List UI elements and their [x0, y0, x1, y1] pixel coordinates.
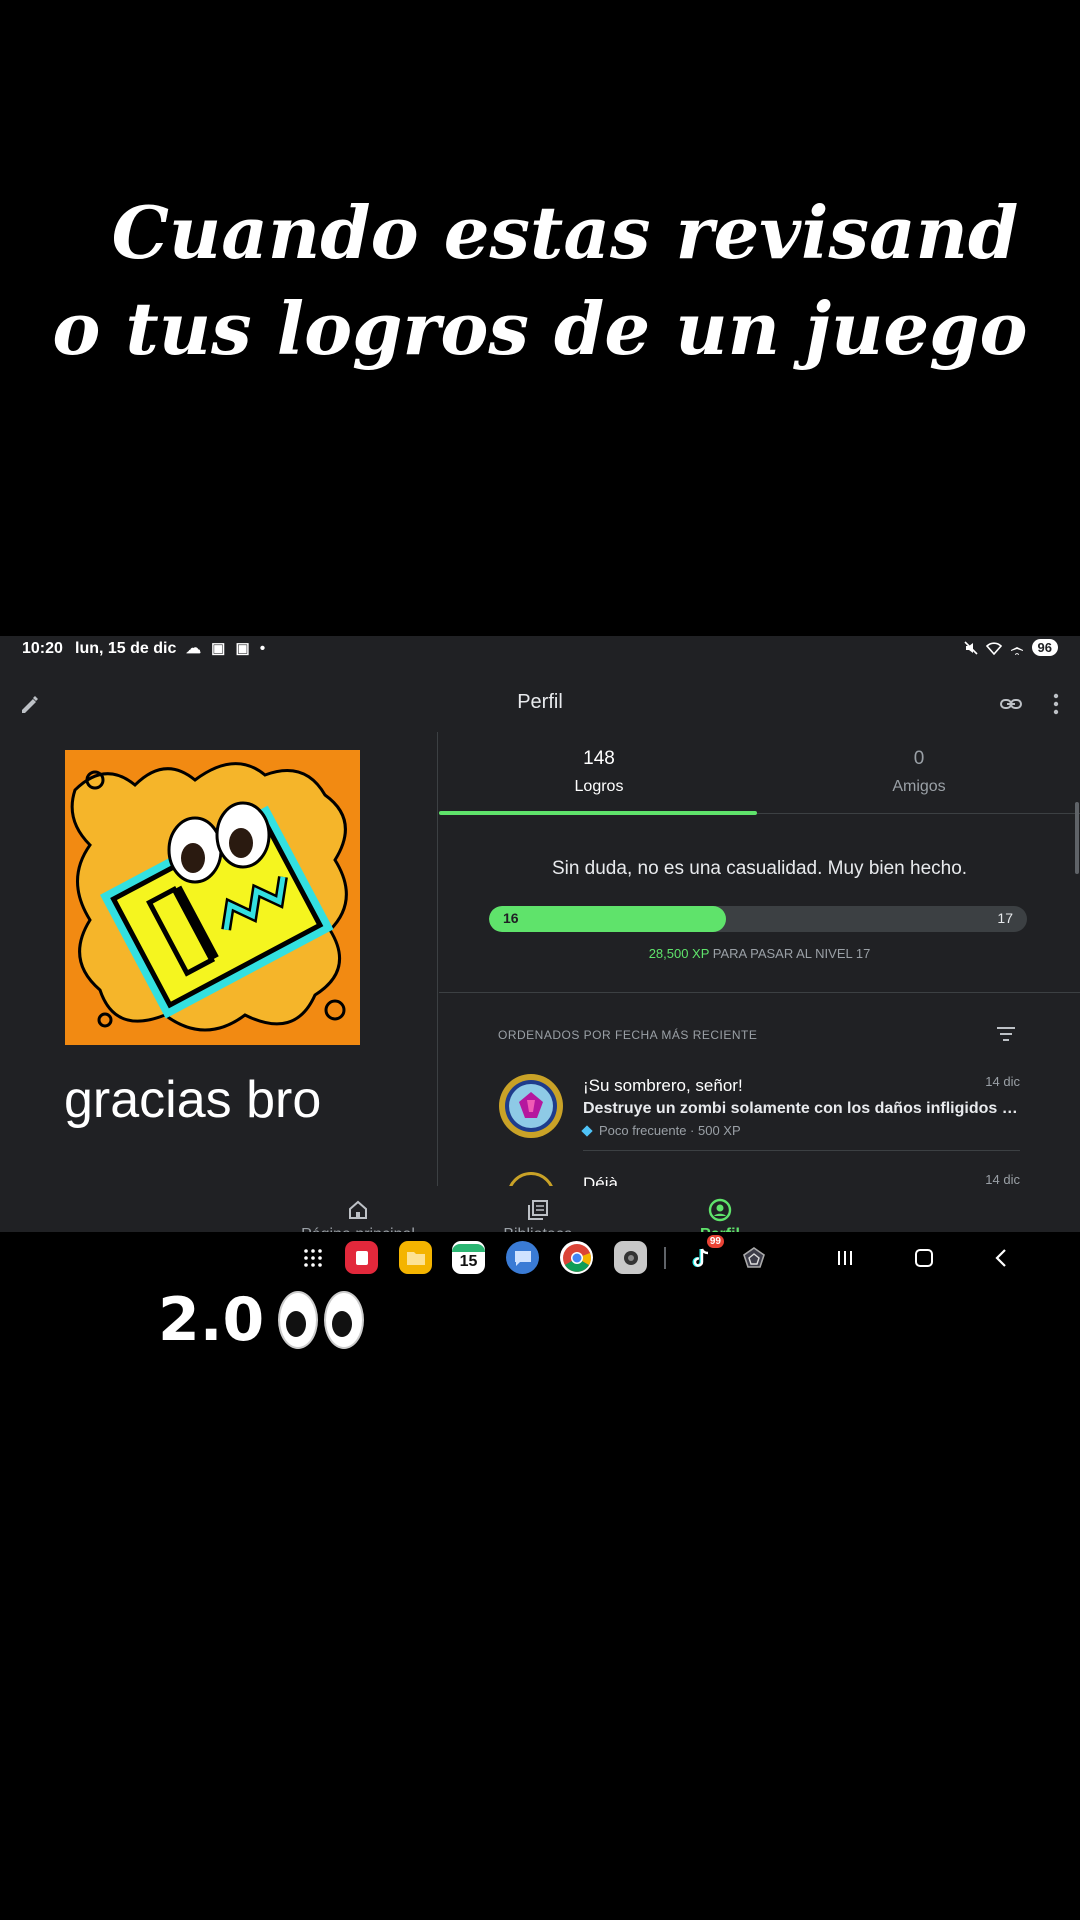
notification-icons: ☁ ▣ ▣ • — [186, 640, 269, 657]
achievement-item[interactable]: Déjà ... 14 dic — [497, 1160, 1020, 1186]
back-chevron-icon — [995, 1249, 1006, 1267]
mute-icon — [963, 640, 978, 655]
version-text: 2.0 — [158, 1285, 265, 1355]
sort-icon[interactable] — [994, 1022, 1018, 1046]
profile-panel: gracias bro — [0, 732, 437, 1186]
section-divider — [439, 992, 1080, 993]
notes-app-icon[interactable] — [345, 1241, 378, 1274]
achievement-rarity: Poco frecuente · 500 XP — [599, 1123, 741, 1138]
note-icon — [355, 1250, 368, 1265]
more-options-button[interactable] — [1040, 688, 1072, 720]
camera-icon — [623, 1250, 638, 1265]
back-button[interactable] — [986, 1244, 1016, 1272]
caption-line-1: Cuando estas revisand — [111, 190, 1019, 275]
eyes-emoji-icon — [278, 1291, 365, 1349]
xp-amount: 28,500 XP — [648, 946, 710, 961]
achievement-badge-icon — [507, 1172, 555, 1186]
folder-icon — [406, 1251, 425, 1265]
calendar-header — [452, 1243, 485, 1252]
tab-label: Logros — [574, 778, 624, 795]
tab-indicator — [439, 811, 757, 815]
xp-text: PARA PASAR AL NIVEL 17 — [709, 946, 871, 961]
tiktok-icon — [692, 1248, 708, 1267]
tiktok-app-icon[interactable]: 99 — [683, 1235, 724, 1274]
app-drawer-button[interactable] — [296, 1241, 329, 1274]
tab-count: 148 — [583, 748, 615, 769]
link-icon — [1000, 699, 1022, 709]
progress-fill — [489, 906, 726, 932]
achievement-badge-icon — [499, 1074, 563, 1138]
files-app-icon[interactable] — [399, 1241, 432, 1274]
chrome-icon — [562, 1243, 591, 1272]
achievement-date: 14 dic — [985, 1172, 1020, 1186]
eye-icon — [278, 1291, 319, 1349]
meme-caption-top: Cuando estas revisand o tus logros de un… — [0, 185, 1080, 377]
panel-divider — [437, 732, 438, 1186]
meme-caption-bottom: 2.0 — [158, 1285, 365, 1355]
recent-apps-button[interactable] — [830, 1244, 860, 1272]
level-progress-bar: 16 17 — [489, 906, 1027, 932]
tab-count: 0 — [913, 748, 925, 769]
achievement-item[interactable]: ¡Su sombrero, señor! 14 dic Destruye un … — [497, 1072, 1023, 1150]
grid-icon — [303, 1248, 322, 1267]
profile-avatar[interactable] — [65, 750, 360, 1045]
achievement-title: Déjà ... — [583, 1174, 637, 1186]
launcher-app-icon[interactable] — [737, 1241, 770, 1274]
library-icon — [528, 1200, 548, 1220]
share-link-button[interactable] — [995, 688, 1027, 720]
username: gracias bro — [64, 1071, 322, 1129]
recents-icon — [838, 1251, 852, 1265]
home-square-icon — [915, 1249, 933, 1267]
airplane-icon — [1010, 641, 1023, 655]
status-date: lun, 15 de dic — [75, 640, 177, 657]
status-bar: 10:20 lun, 15 de dic ☁ ▣ ▣ • 96 — [0, 636, 1080, 664]
page-title: Perfil — [517, 691, 563, 713]
tab-label: Amigos — [892, 778, 946, 795]
wifi-icon — [985, 641, 1002, 655]
chrome-app-icon[interactable] — [560, 1241, 593, 1274]
chat-bubble-icon — [514, 1250, 531, 1266]
eye-icon — [324, 1291, 365, 1349]
tab-logros[interactable]: 148 Logros — [439, 732, 759, 815]
device-screen: 10:20 lun, 15 de dic ☁ ▣ ▣ • 96 Perfil g… — [0, 636, 1080, 1283]
app-bar: Perfil — [0, 676, 1080, 732]
messages-app-icon[interactable] — [506, 1241, 539, 1274]
level-message: Sin duda, no es una casualidad. Muy bien… — [551, 858, 968, 879]
notification-badge: 99 — [706, 1235, 724, 1248]
taskbar-separator — [664, 1247, 666, 1269]
achievement-description: Destruye un zombi solamente con los daño… — [583, 1100, 1023, 1117]
status-time: 10:20 — [22, 640, 63, 657]
achievement-title: ¡Su sombrero, señor! — [583, 1076, 743, 1095]
profile-tabs: 148 Logros 0 Amigos — [439, 732, 1080, 815]
rarity-diamond-icon — [581, 1125, 593, 1137]
battery-indicator: 96 — [1031, 639, 1058, 656]
calendar-app-icon[interactable]: 15 — [452, 1241, 485, 1274]
list-divider — [583, 1150, 1020, 1151]
status-icons: 96 — [963, 639, 1058, 656]
achievement-date: 14 dic — [985, 1074, 1020, 1089]
taskbar: 15 99 — [0, 1232, 1080, 1283]
home-icon — [349, 1200, 367, 1219]
calendar-day: 15 — [459, 1252, 478, 1270]
pentagon-icon — [742, 1246, 765, 1268]
xp-remaining: 28,500 XP PARA PASAR AL NIVEL 17 — [439, 946, 1080, 961]
sort-label: ORDENADOS POR FECHA MÁS RECIENTE — [498, 1028, 758, 1042]
next-level: 17 — [997, 910, 1013, 926]
account-circle-icon — [708, 1198, 732, 1222]
home-button[interactable] — [909, 1244, 939, 1272]
camera-app-icon[interactable] — [614, 1241, 647, 1274]
achievement-meta: Poco frecuente · 500 XP — [581, 1123, 741, 1138]
caption-line-2: o tus logros de un juego — [52, 286, 1028, 371]
tab-amigos[interactable]: 0 Amigos — [759, 732, 1079, 814]
more-vert-icon — [1053, 693, 1059, 715]
current-level: 16 — [503, 910, 519, 926]
